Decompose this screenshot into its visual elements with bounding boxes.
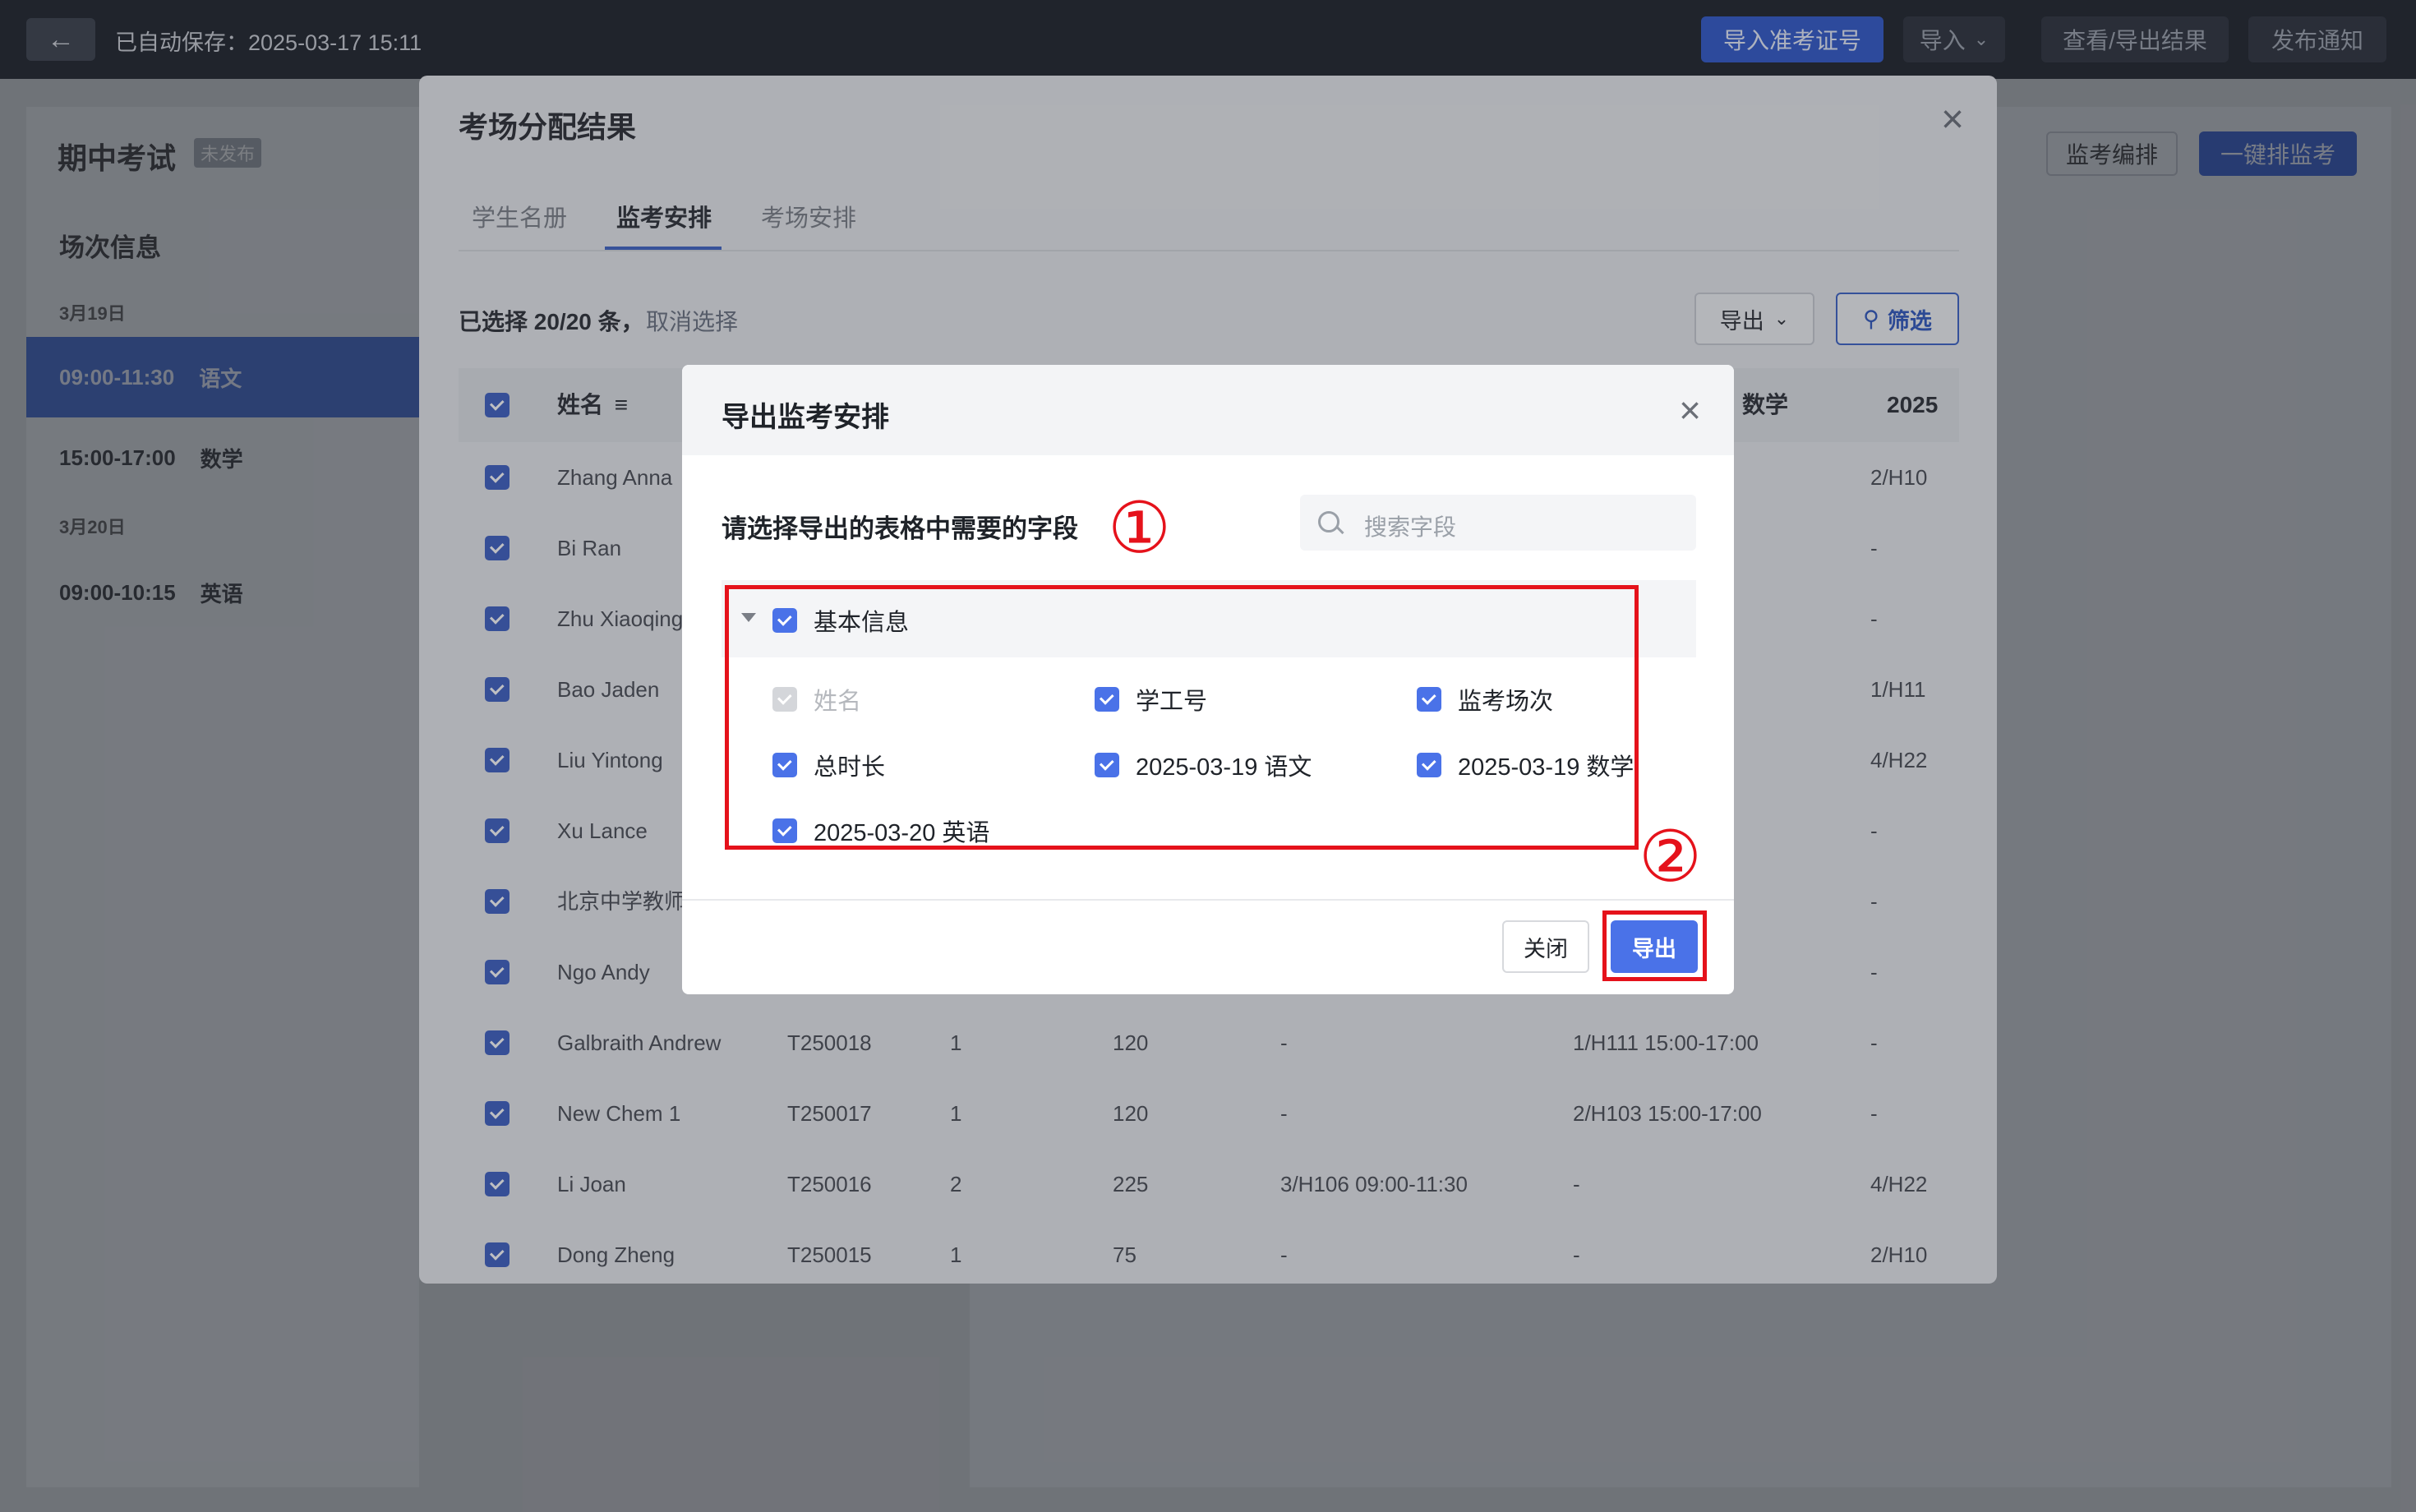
dialog-title: 导出监考安排 xyxy=(722,402,889,433)
search-icon xyxy=(1318,511,1339,532)
field-search-input[interactable]: 搜索字段 xyxy=(1300,495,1696,551)
field-instruction: 请选择导出的表格中需要的字段 xyxy=(722,514,1078,543)
close-icon[interactable]: × xyxy=(1679,388,1701,432)
footer-divider xyxy=(682,899,1734,901)
search-placeholder: 搜索字段 xyxy=(1364,514,1457,540)
annotation-step-1: ① xyxy=(1108,489,1172,568)
close-button[interactable]: 关闭 xyxy=(1502,920,1589,973)
annotation-box-fields xyxy=(725,585,1639,850)
annotation-step-2: ② xyxy=(1639,818,1703,897)
annotation-box-export xyxy=(1602,910,1707,981)
